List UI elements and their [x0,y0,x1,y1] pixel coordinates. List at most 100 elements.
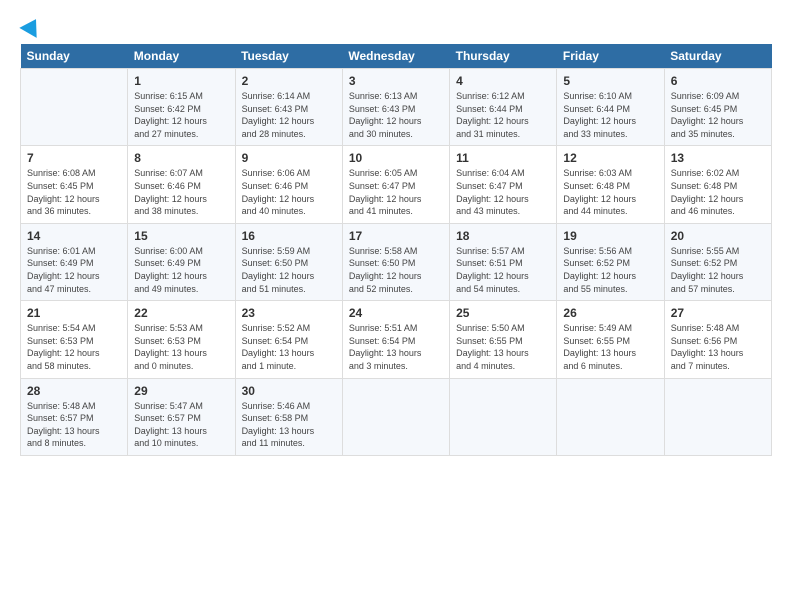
day-info: Sunrise: 6:01 AM Sunset: 6:49 PM Dayligh… [27,245,121,295]
calendar-cell: 12 Sunrise: 6:03 AM Sunset: 6:48 PM Dayli… [557,146,664,223]
calendar-cell: 15Sunrise: 6:00 AM Sunset: 6:49 PM Dayli… [128,223,235,300]
day-number: 30 [242,384,336,398]
weekday-header-row: SundayMondayTuesdayWednesdayThursdayFrid… [21,44,772,69]
weekday-header-saturday: Saturday [664,44,771,69]
header-area [20,18,772,34]
calendar-cell: 10 Sunrise: 6:05 AM Sunset: 6:47 PM Dayli… [342,146,449,223]
calendar-cell: 27 Sunrise: 5:48 AM Sunset: 6:56 PM Dayli… [664,301,771,378]
calendar-cell: 23 Sunrise: 5:52 AM Sunset: 6:54 PM Dayli… [235,301,342,378]
day-info: Sunrise: 6:03 AM Sunset: 6:48 PM Dayligh… [563,167,657,217]
day-number: 7 [27,151,121,165]
calendar-cell: 29 Sunrise: 5:47 AM Sunset: 6:57 PM Dayli… [128,378,235,455]
day-number: 4 [456,74,550,88]
day-info: Sunrise: 6:14 AM Sunset: 6:43 PM Dayligh… [242,90,336,140]
day-info: Sunrise: 5:53 AM Sunset: 6:53 PM Dayligh… [134,322,228,372]
calendar-cell: 30 Sunrise: 5:46 AM Sunset: 6:58 PM Dayli… [235,378,342,455]
day-info: Sunrise: 5:50 AM Sunset: 6:55 PM Dayligh… [456,322,550,372]
calendar-cell [664,378,771,455]
logo-arrow-icon [19,14,44,38]
day-info: Sunrise: 5:59 AM Sunset: 6:50 PM Dayligh… [242,245,336,295]
day-number: 25 [456,306,550,320]
calendar-cell [342,378,449,455]
day-info: Sunrise: 6:10 AM Sunset: 6:44 PM Dayligh… [563,90,657,140]
day-info: Sunrise: 5:47 AM Sunset: 6:57 PM Dayligh… [134,400,228,450]
calendar-cell: 16 Sunrise: 5:59 AM Sunset: 6:50 PM Dayli… [235,223,342,300]
calendar-cell: 22Sunrise: 5:53 AM Sunset: 6:53 PM Dayli… [128,301,235,378]
calendar-week-row: 7 Sunrise: 6:08 AM Sunset: 6:45 PM Daylig… [21,146,772,223]
day-info: Sunrise: 6:05 AM Sunset: 6:47 PM Dayligh… [349,167,443,217]
day-number: 24 [349,306,443,320]
day-info: Sunrise: 5:48 AM Sunset: 6:56 PM Dayligh… [671,322,765,372]
calendar-cell: 2 Sunrise: 6:14 AM Sunset: 6:43 PM Daylig… [235,69,342,146]
calendar-cell: 11Sunrise: 6:04 AM Sunset: 6:47 PM Dayli… [450,146,557,223]
calendar-cell: 21 Sunrise: 5:54 AM Sunset: 6:53 PM Dayli… [21,301,128,378]
day-number: 23 [242,306,336,320]
logo-text [20,18,42,34]
day-info: Sunrise: 5:46 AM Sunset: 6:58 PM Dayligh… [242,400,336,450]
day-number: 5 [563,74,657,88]
day-info: Sunrise: 5:54 AM Sunset: 6:53 PM Dayligh… [27,322,121,372]
weekday-header-sunday: Sunday [21,44,128,69]
day-number: 9 [242,151,336,165]
calendar-week-row: 21 Sunrise: 5:54 AM Sunset: 6:53 PM Dayli… [21,301,772,378]
day-number: 8 [134,151,228,165]
day-info: Sunrise: 5:52 AM Sunset: 6:54 PM Dayligh… [242,322,336,372]
calendar-cell: 9 Sunrise: 6:06 AM Sunset: 6:46 PM Daylig… [235,146,342,223]
calendar-cell: 1 Sunrise: 6:15 AM Sunset: 6:42 PM Daylig… [128,69,235,146]
weekday-header-monday: Monday [128,44,235,69]
calendar-week-row: 28 Sunrise: 5:48 AM Sunset: 6:57 PM Dayli… [21,378,772,455]
weekday-header-wednesday: Wednesday [342,44,449,69]
calendar-cell: 5 Sunrise: 6:10 AM Sunset: 6:44 PM Daylig… [557,69,664,146]
calendar-cell: 8 Sunrise: 6:07 AM Sunset: 6:46 PM Daylig… [128,146,235,223]
day-number: 20 [671,229,765,243]
calendar-cell [21,69,128,146]
calendar-week-row: 14 Sunrise: 6:01 AM Sunset: 6:49 PM Dayli… [21,223,772,300]
calendar-cell: 14 Sunrise: 6:01 AM Sunset: 6:49 PM Dayli… [21,223,128,300]
day-info: Sunrise: 5:57 AM Sunset: 6:51 PM Dayligh… [456,245,550,295]
calendar-cell: 19 Sunrise: 5:56 AM Sunset: 6:52 PM Dayli… [557,223,664,300]
logo [20,18,42,34]
day-number: 14 [27,229,121,243]
day-info: Sunrise: 6:00 AM Sunset: 6:49 PM Dayligh… [134,245,228,295]
day-number: 12 [563,151,657,165]
day-info: Sunrise: 6:09 AM Sunset: 6:45 PM Dayligh… [671,90,765,140]
day-info: Sunrise: 5:48 AM Sunset: 6:57 PM Dayligh… [27,400,121,450]
day-number: 21 [27,306,121,320]
day-number: 16 [242,229,336,243]
day-number: 29 [134,384,228,398]
calendar-cell [450,378,557,455]
calendar-cell [557,378,664,455]
day-number: 19 [563,229,657,243]
day-number: 6 [671,74,765,88]
weekday-header-tuesday: Tuesday [235,44,342,69]
day-info: Sunrise: 6:13 AM Sunset: 6:43 PM Dayligh… [349,90,443,140]
calendar-cell: 4 Sunrise: 6:12 AM Sunset: 6:44 PM Daylig… [450,69,557,146]
day-number: 2 [242,74,336,88]
calendar-cell: 26 Sunrise: 5:49 AM Sunset: 6:55 PM Dayli… [557,301,664,378]
day-info: Sunrise: 5:56 AM Sunset: 6:52 PM Dayligh… [563,245,657,295]
day-number: 10 [349,151,443,165]
day-info: Sunrise: 6:12 AM Sunset: 6:44 PM Dayligh… [456,90,550,140]
day-info: Sunrise: 5:55 AM Sunset: 6:52 PM Dayligh… [671,245,765,295]
day-number: 1 [134,74,228,88]
calendar-table: SundayMondayTuesdayWednesdayThursdayFrid… [20,44,772,456]
calendar-cell: 24 Sunrise: 5:51 AM Sunset: 6:54 PM Dayli… [342,301,449,378]
day-number: 27 [671,306,765,320]
day-number: 26 [563,306,657,320]
day-info: Sunrise: 6:08 AM Sunset: 6:45 PM Dayligh… [27,167,121,217]
day-info: Sunrise: 5:58 AM Sunset: 6:50 PM Dayligh… [349,245,443,295]
day-number: 18 [456,229,550,243]
calendar-week-row: 1 Sunrise: 6:15 AM Sunset: 6:42 PM Daylig… [21,69,772,146]
calendar-cell: 3Sunrise: 6:13 AM Sunset: 6:43 PM Daylig… [342,69,449,146]
day-info: Sunrise: 6:07 AM Sunset: 6:46 PM Dayligh… [134,167,228,217]
day-info: Sunrise: 5:51 AM Sunset: 6:54 PM Dayligh… [349,322,443,372]
page: SundayMondayTuesdayWednesdayThursdayFrid… [0,0,792,466]
day-info: Sunrise: 6:04 AM Sunset: 6:47 PM Dayligh… [456,167,550,217]
calendar-cell: 7 Sunrise: 6:08 AM Sunset: 6:45 PM Daylig… [21,146,128,223]
calendar-cell: 17Sunrise: 5:58 AM Sunset: 6:50 PM Dayli… [342,223,449,300]
day-info: Sunrise: 6:06 AM Sunset: 6:46 PM Dayligh… [242,167,336,217]
day-info: Sunrise: 5:49 AM Sunset: 6:55 PM Dayligh… [563,322,657,372]
day-info: Sunrise: 6:15 AM Sunset: 6:42 PM Dayligh… [134,90,228,140]
day-number: 13 [671,151,765,165]
day-number: 28 [27,384,121,398]
